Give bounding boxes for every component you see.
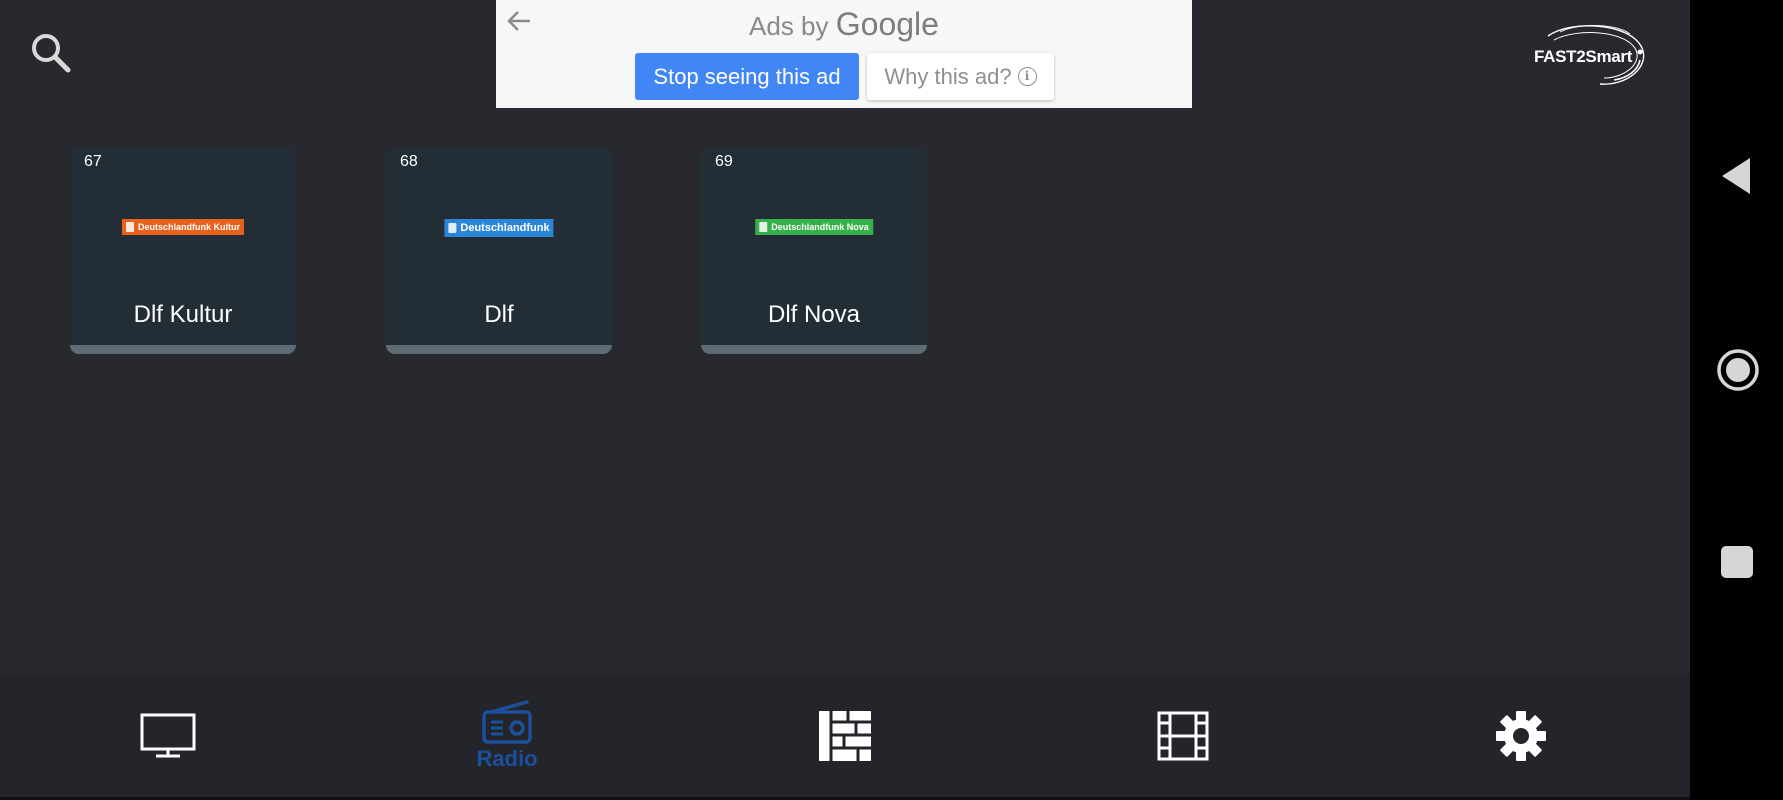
nav-tv[interactable] <box>88 675 248 797</box>
channel-logo-text: Deutschlandfunk Kultur <box>137 222 241 232</box>
stop-seeing-ad-label: Stop seeing this ad <box>653 63 841 89</box>
ad-banner: Ads by Google Stop seeing this ad Why th… <box>496 0 1192 108</box>
channel-name: Dlf Nova <box>767 301 861 328</box>
ad-title-brand: Google <box>835 6 939 42</box>
channel-progress-bar <box>386 345 612 354</box>
search-button[interactable] <box>28 30 74 76</box>
bottom-navigation: Radio <box>0 675 1690 797</box>
channel-logo-text: Deutschlandfunk <box>460 222 550 234</box>
recents-square-icon <box>1721 546 1753 578</box>
system-back-button[interactable] <box>1716 156 1756 201</box>
gear-icon <box>1496 711 1546 761</box>
ad-title-prefix: Ads by <box>749 11 829 41</box>
system-home-button[interactable] <box>1716 348 1760 397</box>
why-this-ad-button[interactable]: Why this ad? i <box>867 53 1054 100</box>
system-recents-button[interactable] <box>1720 545 1754 584</box>
nav-movies[interactable] <box>1103 675 1263 797</box>
channel-progress-bar <box>70 345 296 354</box>
guide-icon <box>819 711 871 761</box>
brand-logo: FAST2Smart <box>1530 22 1650 90</box>
channel-number: 68 <box>400 153 418 170</box>
channel-number: 67 <box>84 153 102 170</box>
channel-progress-bar <box>701 345 927 354</box>
ad-title: Ads by Google <box>496 6 1192 43</box>
why-this-ad-label: Why this ad? <box>884 63 1012 89</box>
channel-card-dlf[interactable]: 68 Deutschlandfunk Dlf <box>386 147 612 354</box>
radio-icon <box>482 700 532 744</box>
channel-logo: Deutschlandfunk <box>444 219 554 237</box>
nav-guide[interactable] <box>765 675 925 797</box>
home-circle-icon <box>1717 349 1759 391</box>
dlf-logo-mark-icon <box>448 223 457 233</box>
nav-radio[interactable]: Radio <box>427 675 587 797</box>
channel-card-dlf-nova[interactable]: 69 Deutschlandfunk Nova Dlf Nova <box>701 147 927 354</box>
nav-radio-label: Radio <box>476 746 538 771</box>
channel-name: Dlf Kultur <box>133 301 233 328</box>
channel-card-dlf-kultur[interactable]: 67 Deutschlandfunk Kultur Dlf Kultur <box>70 147 296 354</box>
nav-settings[interactable] <box>1441 675 1601 797</box>
dlf-logo-mark-icon <box>759 222 768 232</box>
channel-number: 69 <box>715 153 733 170</box>
tv-icon <box>140 713 196 758</box>
brand-name: FAST2Smart <box>1534 47 1633 66</box>
stop-seeing-ad-button[interactable]: Stop seeing this ad <box>635 53 859 100</box>
channel-logo: Deutschlandfunk Nova <box>755 219 873 235</box>
channel-name: Dlf <box>484 301 514 328</box>
info-icon: i <box>1017 67 1037 86</box>
channel-logo: Deutschlandfunk Kultur <box>121 219 245 235</box>
search-icon <box>32 34 71 73</box>
back-triangle-icon <box>1722 158 1750 194</box>
app-screen: Ads by Google Stop seeing this ad Why th… <box>0 0 1690 800</box>
channel-logo-text: Deutschlandfunk Nova <box>771 222 869 232</box>
system-navigation-bar <box>1690 0 1783 800</box>
film-icon <box>1157 711 1209 761</box>
dlf-logo-mark-icon <box>125 222 134 232</box>
